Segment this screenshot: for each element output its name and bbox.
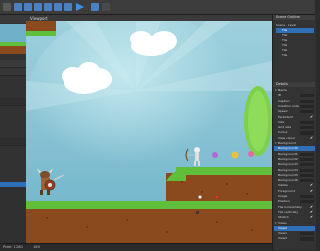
settings-icon[interactable] <box>102 3 110 11</box>
outline-item-label: Tile <box>282 53 288 57</box>
details-value-field[interactable] <box>300 163 314 167</box>
outline-item[interactable]: Tile <box>276 28 314 33</box>
details-value-field[interactable] <box>300 94 314 98</box>
details-value-field[interactable] <box>300 232 314 236</box>
outline-item[interactable]: Tile <box>276 43 314 48</box>
details-value-field[interactable] <box>300 126 314 130</box>
selected-row[interactable] <box>0 182 26 187</box>
play-icon[interactable] <box>76 3 84 11</box>
game-scene <box>26 21 272 243</box>
debug-icon[interactable] <box>91 3 99 11</box>
marker-red <box>215 195 219 199</box>
outline-item-label: Tile <box>282 38 288 42</box>
scene-outline-header[interactable]: Scene Outline <box>273 15 315 20</box>
left-lower-panel <box>0 182 26 250</box>
game-viewport[interactable] <box>26 21 272 243</box>
pink-gem <box>248 151 254 157</box>
outline-item-label: Tile <box>282 33 288 37</box>
details-value-field[interactable] <box>300 110 314 114</box>
outline-item[interactable]: Tile <box>276 38 314 43</box>
details-title: Details <box>276 82 288 86</box>
details-row[interactable]: View2 <box>274 236 315 241</box>
purple-gem <box>212 152 218 158</box>
list-item[interactable] <box>0 138 26 146</box>
details-value-field[interactable] <box>300 173 314 177</box>
scene-outline-title: Scene Outline <box>276 15 300 19</box>
details-value-field[interactable] <box>300 152 314 156</box>
scene-label[interactable]: Scene - Level <box>276 23 314 28</box>
details-header[interactable]: Details <box>273 82 315 87</box>
status-right: 160 <box>33 245 40 249</box>
grass-platform <box>176 167 272 175</box>
viewport-title: Viewport <box>30 15 48 21</box>
status-left: Pixel: 1280 <box>3 245 23 249</box>
gold-gem <box>231 151 239 159</box>
outline-item-label: Tile <box>282 28 288 32</box>
list-item[interactable] <box>0 68 26 76</box>
details-value-field[interactable] <box>300 179 314 183</box>
grass-ground <box>26 201 272 209</box>
marker-white <box>198 195 202 199</box>
list-item[interactable] <box>0 98 26 106</box>
details-value-field[interactable] <box>300 237 314 241</box>
save-icon[interactable] <box>24 3 32 11</box>
outline-item-label: Tile <box>282 48 288 52</box>
dirt-ground <box>26 207 272 243</box>
redo-icon[interactable] <box>44 3 52 11</box>
new-file-icon[interactable] <box>3 3 11 11</box>
details-value-field[interactable] <box>300 200 314 204</box>
details-value-field[interactable] <box>300 168 314 172</box>
copy-icon[interactable] <box>64 3 72 11</box>
outline-item[interactable]: Tile <box>276 33 314 38</box>
marker-block <box>196 211 199 214</box>
room-preview-thumbnail[interactable] <box>0 24 26 54</box>
cut-icon[interactable] <box>54 3 62 11</box>
list-item[interactable] <box>0 60 26 68</box>
open-icon[interactable] <box>14 3 22 11</box>
resource-list <box>0 58 26 188</box>
outline-item[interactable]: Tile <box>276 48 314 53</box>
details-value-field[interactable] <box>300 131 314 135</box>
toolbar <box>0 0 315 15</box>
details-value-field[interactable] <box>300 99 314 103</box>
details-row-label: View2 <box>278 236 288 241</box>
grass-ledge <box>26 31 56 36</box>
details-value-field[interactable] <box>300 104 314 109</box>
outline-item-label: Tile <box>282 43 288 47</box>
details-value-field[interactable] <box>300 120 314 124</box>
outline-item[interactable]: Tile <box>276 53 314 58</box>
left-panel-header <box>0 15 26 23</box>
details-value-field[interactable] <box>300 157 314 162</box>
details-value-field[interactable] <box>300 195 314 199</box>
undo-icon[interactable] <box>34 3 42 11</box>
